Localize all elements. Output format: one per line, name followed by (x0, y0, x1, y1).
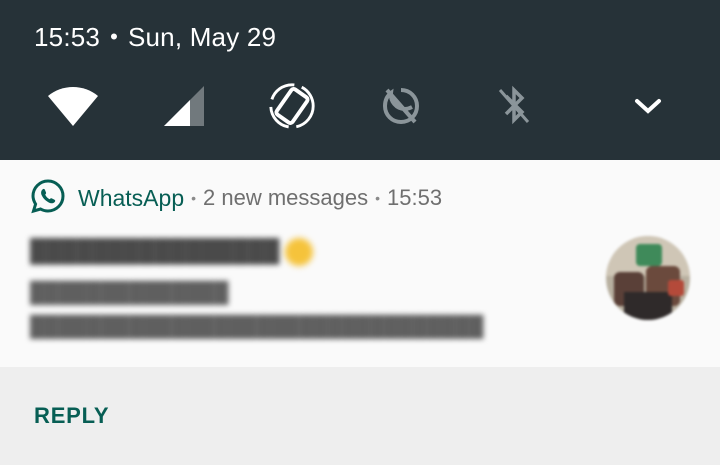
notification-app-name: WhatsApp (78, 184, 185, 211)
notification-message-2-redacted: ████████████████████████████████ (30, 316, 484, 338)
notification-header: WhatsApp • 2 new messages • 15:53 (30, 178, 442, 218)
status-separator: • (110, 24, 118, 49)
notification-message-1-redacted: ██████████████ (30, 282, 229, 304)
contact-avatar (606, 236, 690, 320)
whatsapp-notification[interactable]: WhatsApp • 2 new messages • 15:53 ██████… (0, 160, 720, 367)
reply-button[interactable]: REPLY (34, 403, 109, 429)
notification-summary: 2 new messages (203, 185, 369, 210)
header-separator-1: • (191, 190, 197, 206)
bluetooth-off-icon[interactable] (488, 80, 540, 132)
header-separator-2: • (375, 190, 381, 206)
emoji-icon (285, 238, 314, 267)
cellular-signal-icon[interactable] (158, 80, 210, 132)
status-date: Sun, May 29 (127, 22, 277, 52)
status-time: 15:53 (34, 22, 101, 52)
notification-actions: REPLY (0, 367, 720, 465)
notification-sender-redacted: ████████████████ (30, 238, 314, 267)
expand-chevron-icon[interactable] (622, 80, 674, 132)
wifi-icon[interactable] (47, 80, 99, 132)
quick-settings-shade: 15:53 • Sun, May 29 (0, 0, 720, 160)
auto-rotate-icon[interactable] (266, 80, 318, 132)
whatsapp-icon (30, 178, 66, 219)
do-not-disturb-off-icon[interactable] (375, 80, 427, 132)
sender-text: ████████████████ (30, 238, 280, 263)
notification-time: 15:53 (387, 185, 443, 210)
status-time-date: 15:53 • Sun, May 29 (34, 22, 276, 53)
